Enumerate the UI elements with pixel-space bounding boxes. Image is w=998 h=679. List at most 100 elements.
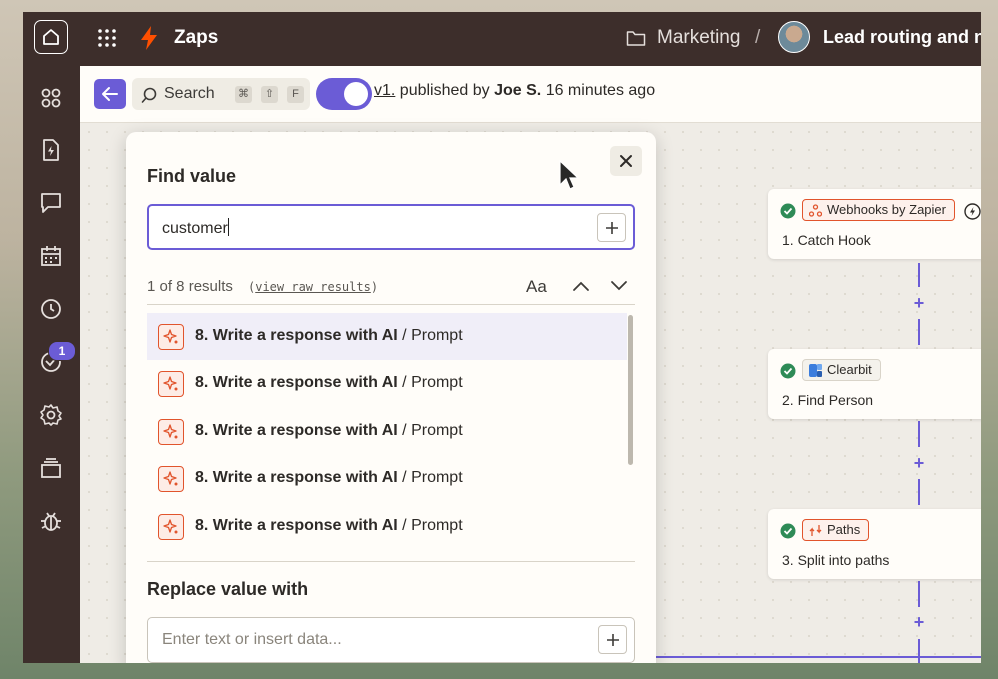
avatar[interactable] bbox=[778, 21, 810, 53]
insert-data-button[interactable] bbox=[598, 625, 627, 654]
ai-sparkle-icon bbox=[158, 514, 184, 540]
result-label: 8. Write a response with AI / Prompt bbox=[195, 469, 463, 486]
results-scrollbar[interactable] bbox=[628, 315, 633, 465]
zap-document-icon[interactable] bbox=[39, 138, 63, 162]
ai-sparkle-icon bbox=[158, 466, 184, 492]
check-circle-icon bbox=[780, 523, 796, 539]
app-chip: Clearbit bbox=[802, 359, 881, 381]
result-label: 8. Write a response with AI / Prompt bbox=[195, 517, 463, 534]
connector-line bbox=[918, 479, 920, 505]
search-button[interactable]: Search ⌘ ⇧ F bbox=[132, 78, 310, 110]
zap-on-toggle[interactable] bbox=[316, 78, 372, 110]
view-raw-results-link[interactable]: (view raw results) bbox=[248, 280, 378, 294]
sidebar: 1 bbox=[23, 66, 80, 663]
connector-line bbox=[918, 421, 920, 447]
insert-data-button[interactable] bbox=[597, 213, 626, 242]
divider bbox=[147, 561, 635, 562]
add-step-button[interactable]: + bbox=[910, 293, 928, 314]
connector-line bbox=[918, 263, 920, 287]
home-icon bbox=[43, 29, 59, 45]
view-raw-results-text: view raw results bbox=[255, 280, 371, 294]
chevron-up-icon[interactable] bbox=[572, 280, 590, 292]
divider bbox=[147, 304, 635, 305]
result-field: Prompt bbox=[411, 422, 463, 439]
notification-badge: 1 bbox=[48, 341, 76, 361]
search-label: Search bbox=[164, 85, 215, 102]
bug-icon[interactable] bbox=[39, 509, 63, 533]
apps-icon[interactable] bbox=[39, 86, 63, 110]
ai-sparkle-icon bbox=[158, 419, 184, 445]
chat-icon[interactable] bbox=[39, 191, 63, 215]
result-step: 8. Write a response with AI bbox=[195, 469, 398, 486]
breadcrumb-separator: / bbox=[755, 27, 761, 48]
zapier-bolt-icon bbox=[141, 26, 157, 50]
add-step-button[interactable]: + bbox=[910, 612, 928, 633]
toggle-knob bbox=[344, 82, 368, 106]
step-card-1[interactable]: Webhooks by Zapier 1. Catch Hook bbox=[768, 189, 981, 259]
replace-placeholder: Enter text or insert data... bbox=[162, 631, 342, 648]
top-bar: Zaps Marketing / Lead routing and nu bbox=[23, 12, 981, 66]
result-row[interactable]: 8. Write a response with AI / Prompt bbox=[147, 360, 627, 407]
arrow-left-icon bbox=[102, 87, 118, 101]
mouse-pointer-icon bbox=[559, 159, 580, 190]
result-field: Prompt bbox=[411, 469, 463, 486]
check-circle-icon bbox=[780, 203, 796, 219]
history-clock-icon[interactable] bbox=[39, 297, 63, 321]
add-circle-icon[interactable] bbox=[964, 203, 981, 220]
result-row[interactable]: 8. Write a response with AI / Prompt bbox=[147, 313, 627, 360]
result-field: Prompt bbox=[411, 327, 463, 344]
published-time: 16 minutes ago bbox=[545, 82, 656, 99]
find-value-title: Find value bbox=[147, 166, 237, 186]
close-button[interactable] bbox=[610, 146, 642, 176]
calendar-icon[interactable] bbox=[39, 244, 63, 268]
shortcut-shift-key: ⇧ bbox=[261, 86, 278, 103]
add-step-button[interactable]: + bbox=[910, 453, 928, 474]
connector-line bbox=[918, 319, 920, 345]
app-window: Zaps Marketing / Lead routing and nu 1 S… bbox=[23, 12, 981, 663]
back-button[interactable] bbox=[94, 79, 126, 109]
result-field: Prompt bbox=[411, 374, 463, 391]
result-step: 8. Write a response with AI bbox=[195, 422, 398, 439]
shortcut-f-key: F bbox=[287, 86, 304, 103]
result-row[interactable]: 8. Write a response with AI / Prompt bbox=[147, 503, 627, 549]
match-case-button[interactable]: Aa bbox=[526, 277, 547, 297]
find-replace-dialog: Find value customer 1 of 8 results (view… bbox=[126, 132, 656, 663]
app-chip: Paths bbox=[802, 519, 870, 541]
find-value-text: customer bbox=[162, 218, 229, 238]
templates-stack-icon[interactable] bbox=[39, 456, 63, 480]
brand-title[interactable]: Zaps bbox=[174, 27, 218, 49]
step-title: 1. Catch Hook bbox=[782, 232, 871, 248]
replace-value-input[interactable]: Enter text or insert data... bbox=[147, 617, 635, 663]
chevron-down-icon[interactable] bbox=[610, 280, 628, 292]
close-icon bbox=[620, 155, 632, 167]
result-row[interactable]: 8. Write a response with AI / Prompt bbox=[147, 408, 627, 455]
app-chip-label: Webhooks by Zapier bbox=[827, 202, 946, 217]
result-label: 8. Write a response with AI / Prompt bbox=[195, 327, 463, 344]
step-card-3[interactable]: Paths 3. Split into paths bbox=[768, 509, 981, 579]
step-card-2[interactable]: Clearbit 2. Find Person bbox=[768, 349, 981, 419]
result-step: 8. Write a response with AI bbox=[195, 517, 398, 534]
ai-sparkle-icon bbox=[158, 324, 184, 350]
result-row[interactable]: 8. Write a response with AI / Prompt bbox=[147, 455, 627, 502]
zap-name[interactable]: Lead routing and nu bbox=[823, 27, 981, 48]
search-icon bbox=[141, 87, 157, 103]
step-title: 2. Find Person bbox=[782, 392, 874, 408]
app-chip: Webhooks by Zapier bbox=[802, 199, 955, 221]
breadcrumb-folder[interactable]: Marketing bbox=[657, 27, 740, 49]
find-value-input[interactable]: customer bbox=[147, 204, 635, 250]
settings-gear-icon[interactable] bbox=[39, 403, 63, 427]
connector-line bbox=[918, 639, 920, 663]
connector-line bbox=[918, 581, 920, 607]
ai-sparkle-icon bbox=[158, 371, 184, 397]
find-value-current: customer bbox=[162, 220, 228, 237]
app-grid-icon[interactable] bbox=[97, 28, 117, 48]
version-link[interactable]: v1. bbox=[374, 82, 395, 99]
version-info: v1. published by Joe S. 16 minutes ago bbox=[374, 82, 655, 100]
clearbit-icon bbox=[809, 364, 822, 377]
published-by-text: published by bbox=[399, 82, 490, 99]
app-chip-label: Clearbit bbox=[827, 362, 872, 377]
paths-icon bbox=[809, 525, 822, 536]
home-button[interactable] bbox=[34, 20, 68, 54]
author-name: Joe S. bbox=[494, 82, 542, 99]
folder-icon bbox=[626, 31, 646, 46]
